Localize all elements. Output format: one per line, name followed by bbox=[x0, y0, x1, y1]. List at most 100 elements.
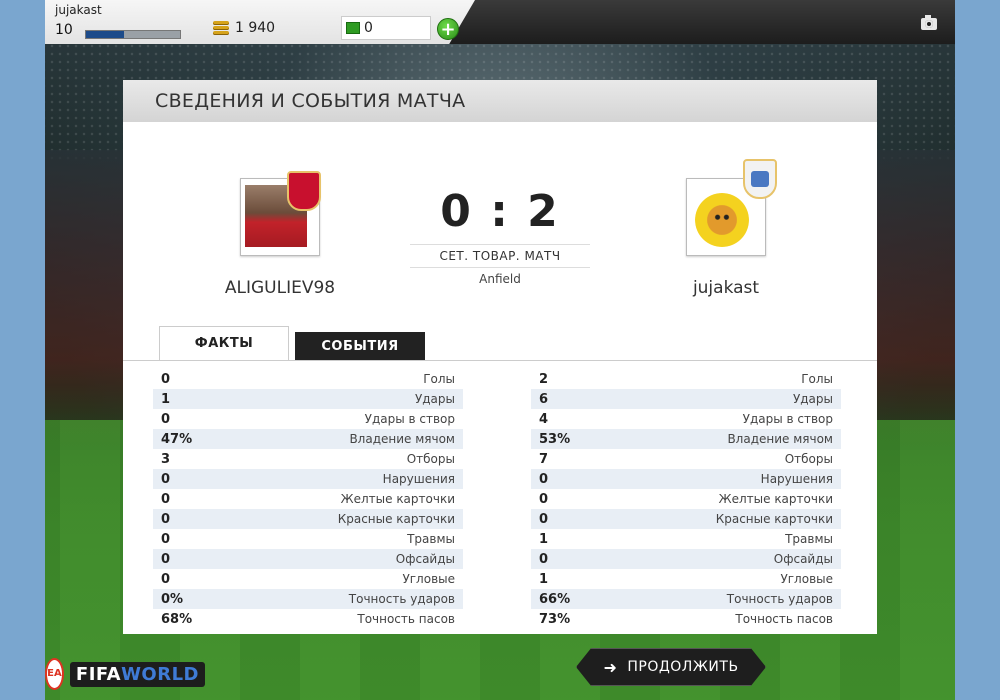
stat-label: Удары в створ bbox=[364, 412, 455, 426]
stat-label: Точность пасов bbox=[735, 612, 833, 626]
away-stat-value: 0 bbox=[539, 511, 549, 527]
panel-body: ALIGULIEV98 0 : 2 СЕТ. ТОВАР. МАТЧ Anfie… bbox=[123, 122, 877, 634]
home-stat-cell: 0 Травмы bbox=[153, 529, 463, 549]
fifa-world-wordmark: FIFAWORLD bbox=[69, 661, 205, 687]
home-stat-value: 0 bbox=[161, 371, 171, 387]
stats-table: 0 Голы 2 Голы 1 Удары 6 Удары 0 Удары в створ 4 Уда… bbox=[153, 369, 843, 629]
stat-label: Отборы bbox=[406, 452, 455, 466]
away-stat-value: 0 bbox=[539, 551, 549, 567]
stat-label: Точность ударов bbox=[348, 592, 455, 606]
home-stat-cell: 0 Красные карточки bbox=[153, 509, 463, 529]
home-stat-value: 0 bbox=[161, 411, 171, 427]
continue-button[interactable]: ➜ ПРОДОЛЖИТЬ bbox=[576, 648, 766, 686]
tab-facts[interactable]: ФАКТЫ bbox=[159, 326, 289, 360]
coin-stack-icon bbox=[213, 21, 229, 35]
home-stat-cell: 0 Голы bbox=[153, 369, 463, 389]
stat-row: 0 Нарушения 0 Нарушения bbox=[153, 469, 843, 489]
sunflower-avatar-icon bbox=[695, 193, 749, 247]
stat-row: 0 Офсайды 0 Офсайды bbox=[153, 549, 843, 569]
plus-icon: + bbox=[440, 19, 456, 40]
stat-row: 0 Удары в створ 4 Удары в створ bbox=[153, 409, 843, 429]
stat-label: Красные карточки bbox=[337, 512, 455, 526]
liverpool-crest-icon bbox=[287, 171, 321, 211]
match-score: 0 : 2 bbox=[440, 186, 560, 237]
tabs: ФАКТЫ СОБЫТИЯ bbox=[159, 326, 425, 360]
away-stat-value: 1 bbox=[539, 531, 549, 547]
stat-row: 0 Голы 2 Голы bbox=[153, 369, 843, 389]
stat-row: 47% Владение мячом 53% Владение мячом bbox=[153, 429, 843, 449]
stat-row: 0 Травмы 1 Травмы bbox=[153, 529, 843, 549]
away-stat-value: 73% bbox=[539, 611, 571, 627]
home-avatar bbox=[240, 171, 321, 256]
stat-label: Удары bbox=[792, 392, 833, 406]
home-stat-value: 47% bbox=[161, 431, 193, 447]
home-stat-value: 1 bbox=[161, 391, 171, 407]
xp-progress-fill bbox=[86, 31, 124, 38]
panel-title: СВЕДЕНИЯ И СОБЫТИЯ МАТЧА bbox=[123, 80, 877, 122]
xp-progress-bar bbox=[85, 30, 181, 39]
home-stat-value: 0 bbox=[161, 531, 171, 547]
camera-icon[interactable] bbox=[921, 15, 937, 30]
home-stat-value: 0 bbox=[161, 491, 171, 507]
coins-value: 1 940 bbox=[235, 20, 276, 36]
add-points-button[interactable]: + bbox=[437, 18, 459, 40]
stat-label: Голы bbox=[801, 372, 833, 386]
home-stat-cell: 3 Отборы bbox=[153, 449, 463, 469]
fifa-world-logo: EA FIFAWORLD bbox=[45, 655, 205, 693]
stat-label: Точность пасов bbox=[357, 612, 455, 626]
home-team-name: ALIGULIEV98 bbox=[224, 278, 336, 298]
points-balance: 0 bbox=[341, 16, 431, 40]
home-stat-value: 0% bbox=[161, 591, 184, 607]
stat-label: Нарушения bbox=[382, 472, 455, 486]
stat-label: Офсайды bbox=[395, 552, 455, 566]
away-team: jujakast bbox=[661, 159, 791, 298]
stat-row: 0 Желтые карточки 0 Желтые карточки bbox=[153, 489, 843, 509]
fifa-points-icon bbox=[346, 22, 360, 34]
match-type: СЕТ. ТОВАР. МАТЧ bbox=[410, 244, 590, 268]
stat-label: Отборы bbox=[784, 452, 833, 466]
match-details-panel: СВЕДЕНИЯ И СОБЫТИЯ МАТЧА ALIGULIEV98 0 :… bbox=[123, 80, 877, 634]
stat-label: Травмы bbox=[407, 532, 455, 546]
away-stat-cell: 1 Угловые bbox=[531, 569, 841, 589]
away-stat-cell: 6 Удары bbox=[531, 389, 841, 409]
stat-label: Красные карточки bbox=[715, 512, 833, 526]
arrow-right-icon: ➜ bbox=[603, 657, 618, 677]
tabs-divider bbox=[123, 360, 877, 361]
home-stat-value: 0 bbox=[161, 571, 171, 587]
stat-label: Желтые карточки bbox=[340, 492, 455, 506]
home-stat-value: 0 bbox=[161, 551, 171, 567]
away-stat-cell: 53% Владение мячом bbox=[531, 429, 841, 449]
away-team-name: jujakast bbox=[692, 278, 760, 298]
home-stat-value: 0 bbox=[161, 471, 171, 487]
home-stat-value: 3 bbox=[161, 451, 171, 467]
frame-left bbox=[0, 0, 45, 700]
away-stat-value: 2 bbox=[539, 371, 549, 387]
stat-label: Травмы bbox=[785, 532, 833, 546]
home-stat-cell: 0 Угловые bbox=[153, 569, 463, 589]
home-stat-cell: 0 Удары в створ bbox=[153, 409, 463, 429]
away-stat-value: 7 bbox=[539, 451, 549, 467]
home-stat-cell: 1 Удары bbox=[153, 389, 463, 409]
away-stat-cell: 0 Желтые карточки bbox=[531, 489, 841, 509]
away-stat-value: 1 bbox=[539, 571, 549, 587]
logo-world: WORLD bbox=[121, 663, 199, 685]
logo-fifa: FIFA bbox=[75, 663, 122, 685]
home-stat-cell: 68% Точность пасов bbox=[153, 609, 463, 629]
stat-row: 68% Точность пасов 73% Точность пасов bbox=[153, 609, 843, 629]
stat-label: Владение мячом bbox=[349, 432, 455, 446]
home-stat-cell: 0 Офсайды bbox=[153, 549, 463, 569]
stat-row: 0 Угловые 1 Угловые bbox=[153, 569, 843, 589]
tab-events[interactable]: СОБЫТИЯ bbox=[295, 332, 425, 360]
username: jujakast bbox=[55, 3, 102, 17]
club-crest-icon bbox=[743, 159, 777, 199]
away-stat-value: 0 bbox=[539, 491, 549, 507]
home-stat-value: 0 bbox=[161, 511, 171, 527]
stat-label: Нарушения bbox=[760, 472, 833, 486]
away-stat-cell: 0 Офсайды bbox=[531, 549, 841, 569]
home-stat-cell: 0 Нарушения bbox=[153, 469, 463, 489]
home-stat-cell: 0 Желтые карточки bbox=[153, 489, 463, 509]
away-stat-cell: 7 Отборы bbox=[531, 449, 841, 469]
away-stat-cell: 2 Голы bbox=[531, 369, 841, 389]
continue-label: ПРОДОЛЖИТЬ bbox=[627, 659, 739, 675]
away-stat-cell: 73% Точность пасов bbox=[531, 609, 841, 629]
